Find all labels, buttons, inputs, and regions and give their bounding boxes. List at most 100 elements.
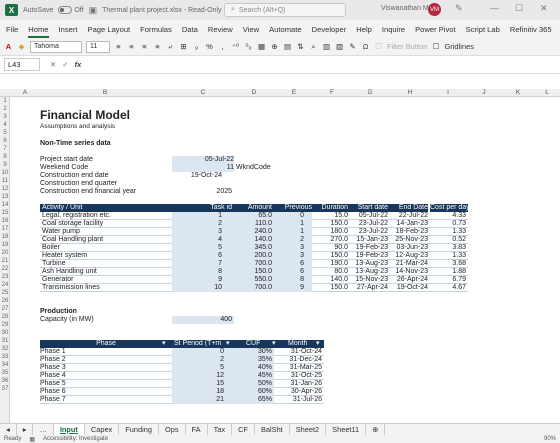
row-header[interactable]: 2 [0,106,10,112]
row-header[interactable]: 20 [0,250,10,256]
font-size-select[interactable]: 11 [86,40,110,53]
tab-funding[interactable]: Funding [119,423,159,436]
table-cell[interactable]: 190.0 [314,260,348,268]
col-header[interactable]: C [172,89,234,96]
delete-icon[interactable]: ▥ [322,42,331,51]
col-header[interactable]: F [314,89,350,96]
table-cell[interactable]: 22-Jul-22 [390,212,428,220]
menu-review[interactable]: Review [208,25,233,34]
col-header[interactable]: I [430,89,466,96]
gridlines-checkbox[interactable]: ☐ [431,42,440,51]
edit-icon[interactable]: ✎ [348,42,357,51]
menu-developer[interactable]: Developer [312,25,347,34]
confirm-icon[interactable]: ✓ [62,60,68,69]
justify-icon[interactable]: ≡ [153,42,162,51]
row-header[interactable]: 26 [0,298,10,304]
row-header[interactable]: 37 [0,386,10,392]
table-cell[interactable]: 9 [274,284,304,292]
tab-capex[interactable]: Capex [85,423,120,436]
percent-icon[interactable]: % [205,42,214,51]
table-cell[interactable]: 1 [274,220,304,228]
table-cell[interactable]: 30% [234,348,272,356]
table-cell[interactable]: Phase 3 [40,364,66,372]
menu-refinitiv[interactable]: Refinitiv 365 [510,25,552,34]
table-cell[interactable]: 4.33 [430,212,466,220]
increase-decimal-icon[interactable]: ⁺⁰ [231,42,240,51]
tab-more-icon[interactable]: … [33,423,54,436]
row-header[interactable]: 12 [0,186,10,192]
row-header[interactable]: 16 [0,218,10,224]
table-cell[interactable]: 140.0 [234,236,272,244]
font-color-icon[interactable]: A [4,42,13,51]
row-header[interactable]: 1 [0,98,10,104]
macro-icon[interactable]: ▦ [29,436,35,443]
insert-icon[interactable]: ⊕ [270,42,279,51]
table-cell[interactable]: 3 [274,252,304,260]
row-header[interactable]: 4 [0,122,10,128]
col-header[interactable]: D [234,89,274,96]
table-cell[interactable]: 4 [172,236,222,244]
align-left-icon[interactable]: ≡ [114,42,123,51]
row-header[interactable]: 31 [0,338,10,344]
format-table-icon[interactable]: ▤ [283,42,292,51]
menu-file[interactable]: File [6,25,18,34]
table-cell[interactable]: Phase 6 [40,388,66,396]
row-header[interactable]: 25 [0,290,10,296]
table-cell[interactable]: 0 [274,212,304,220]
menu-page-layout[interactable]: Page Layout [88,25,131,34]
align-center-icon[interactable]: ≡ [127,42,136,51]
name-box[interactable]: L43 [4,58,40,71]
capacity-value[interactable]: 400 [172,316,232,324]
table-cell[interactable]: 90.0 [314,244,348,252]
table-cell[interactable]: 0 [174,348,224,356]
col-header[interactable]: E [274,89,314,96]
menu-script-lab[interactable]: Script Lab [466,25,500,34]
tab-sheet2[interactable]: Sheet2 [290,423,327,436]
search-box[interactable]: ⌕ Search (Alt+Q) [224,3,346,17]
menu-insert[interactable]: Insert [59,25,78,34]
table-cell[interactable]: 12 [174,372,224,380]
table-cell[interactable]: 31-Jan-26 [274,380,322,388]
table-cell[interactable]: Turbine [42,260,65,268]
menu-view[interactable]: View [243,25,259,34]
autosave-toggle[interactable]: Off [58,6,84,14]
find-icon[interactable]: ⌕ [309,42,318,52]
table-cell[interactable]: 80.0 [314,268,348,276]
table-cell[interactable]: 19-Feb-23 [350,252,388,260]
table-cell[interactable]: 550.0 [234,276,272,284]
table-cell[interactable]: Water pump [42,228,80,236]
table-cell[interactable]: 35% [234,356,272,364]
table-cell[interactable]: 150.0 [314,284,348,292]
col-header[interactable]: K [502,89,534,96]
row-header[interactable]: 17 [0,226,10,232]
table-cell[interactable]: 31-Oct-24 [274,348,322,356]
table-cell[interactable]: 13-Aug-23 [350,260,388,268]
wrap-text-icon[interactable]: ⤶ [166,42,175,52]
menu-power-pivot[interactable]: Power Pivot [415,25,456,34]
number-format-icon[interactable]: ₉ [192,42,201,51]
field-value[interactable]: 05-Jul-22 [172,156,234,164]
tab-scroll-left-icon[interactable]: ◂ [0,423,17,436]
comma-icon[interactable]: , [218,42,227,51]
table-cell[interactable]: 14-Jan-23 [390,220,428,228]
table-cell[interactable]: Coal Handling plant [42,236,103,244]
table-cell[interactable]: 8 [274,276,304,284]
tab-balsht[interactable]: BalSht [255,423,290,436]
table-cell[interactable]: 1.33 [430,252,466,260]
table-cell[interactable]: 19-Oct-24 [390,284,428,292]
row-header[interactable]: 32 [0,346,10,352]
row-header[interactable]: 8 [0,154,10,160]
row-header[interactable]: 11 [0,178,10,184]
minimize-icon[interactable]: — [490,3,499,13]
table-cell[interactable]: 14-Nov-23 [390,268,428,276]
table-cell[interactable]: 60% [234,388,272,396]
table-cell[interactable]: 5 [174,364,224,372]
table-cell[interactable]: 4.67 [430,284,466,292]
row-header[interactable]: 21 [0,258,10,264]
table-cell[interactable]: 31-Mar-25 [274,364,322,372]
table-cell[interactable]: 7 [172,260,222,268]
table-cell[interactable]: 700.0 [234,284,272,292]
row-header[interactable]: 29 [0,322,10,328]
tab-fa[interactable]: FA [186,423,208,436]
table-cell[interactable]: 10 [172,284,222,292]
